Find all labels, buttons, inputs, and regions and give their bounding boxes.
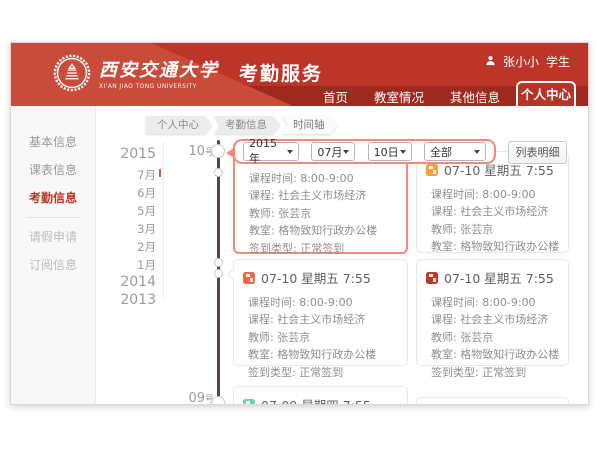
card-field-classroom: 教室: 格物致知行政办公楼 [431,238,568,255]
sidebar-item-attendance[interactable]: 考勤信息 [11,184,95,212]
sidebar: 基本信息 课表信息 考勤信息 请假申请 订阅信息 [11,106,96,404]
card-field-course: 课程: 社会主义市场经济 [431,203,568,220]
card-field-teacher: 教师: 张芸京 [249,205,406,222]
timeline-node[interactable] [214,168,223,177]
user-info[interactable]: 张小小 学生 [482,53,570,70]
timeline-scale-jan[interactable]: 1月 [96,257,156,273]
page-background: 西安交通大学 XI'AN JIAO TONG UNIVERSITY 考勤服务 张… [0,0,600,450]
breadcrumb-personal-center[interactable]: 个人中心 [146,116,212,134]
timeline-scale-may[interactable]: 5月 [96,203,156,219]
timeline-scale-mar[interactable]: 3月 [96,221,156,237]
app-title: 考勤服务 [239,59,323,86]
main-content: 个人中心 考勤信息 时间轴 2015 7月 6月 5月 3月 2月 1月 201… [96,106,588,404]
card-field-course-time: 课程时间: 8:00-9:00 [248,294,407,311]
card-field-course-time: 课程时间: 8:00-9:00 [249,170,406,187]
chevron-down-icon [474,150,480,154]
calendar-event-icon [243,399,255,406]
card-header: 07-09 星期四 7:55 [234,387,407,405]
year-select[interactable]: 2015年 [243,142,299,161]
breadcrumb: 个人中心 考勤信息 时间轴 [146,113,340,134]
card-header: 07-10 星期五 7:55 [417,260,568,290]
university-name: 西安交通大学 XI'AN JIAO TONG UNIVERSITY [99,61,219,90]
card-field-teacher: 教师: 张芸京 [431,329,568,346]
day-select[interactable]: 10日 [368,142,412,161]
timeline-scale-2013[interactable]: 2013 [96,292,156,308]
card-date: 07-10 星期五 7:55 [261,268,371,287]
user-icon [485,55,496,69]
card-field-classroom: 教室: 格物致知行政办公楼 [249,222,406,239]
card-field-course: 课程: 社会主义市场经济 [248,311,407,328]
card-header: 07-10 星期五 7:55 [234,260,407,290]
card-field-course: 课程: 社会主义市场经济 [431,311,568,328]
day-label-09[interactable]: 09号 [180,391,214,405]
timeline-node[interactable] [211,144,225,158]
list-detail-button[interactable]: 列表明细 [508,141,567,164]
app-body: 基本信息 课表信息 考勤信息 请假申请 订阅信息 个人中心 考勤信息 时间轴 2… [11,106,588,404]
type-select[interactable]: 全部 [424,142,486,161]
sidebar-divider [26,217,80,218]
university-name-en: XI'AN JIAO TONG UNIVERSITY [99,83,219,90]
card-field-teacher: 教师: 张芸京 [248,329,407,346]
card-date: 07-10 星期五 7:55 [444,268,554,287]
card-field-signin-type: 签到类型: 正常签到 [248,364,407,381]
card-field-signin-type: 签到类型: 正常签到 [431,364,568,381]
current-month-marker [159,169,161,177]
card-field-signin-type: 签到类型: 正常签到 [249,240,406,257]
filter-bar: 2015年 07月 10日 全部 [233,139,496,164]
sidebar-item-subscription[interactable]: 订阅信息 [11,251,95,279]
calendar-event-icon [243,272,255,284]
card-field-teacher: 教师: 张芸京 [431,221,568,238]
attendance-card[interactable]: 07-10 星期五 7:55 课程时间: 8:00-9:00 课程: 社会主义市… [233,259,408,366]
attendance-card[interactable]: 07-10 星期五 7:55 课程时间: 8:00-9:00 课程: 社会主义市… [416,259,569,366]
chevron-down-icon [343,150,349,154]
attendance-app-window: 西安交通大学 XI'AN JIAO TONG UNIVERSITY 考勤服务 张… [10,42,589,405]
app-header: 西安交通大学 XI'AN JIAO TONG UNIVERSITY 考勤服务 张… [11,43,588,106]
timeline-node[interactable] [211,396,225,405]
timeline-scale-2014[interactable]: 2014 [96,274,156,290]
nav-item-home[interactable]: 首页 [323,87,348,106]
chevron-down-icon [400,150,406,154]
day-label-10[interactable]: 10号 [180,144,214,159]
breadcrumb-timeline[interactable]: 时间轴 [282,116,338,134]
filter-bar-pointer [226,148,234,158]
scale-divider [163,142,164,300]
main-nav: 首页 教室情况 其他信息 [323,86,500,106]
university-emblem-icon [53,54,91,96]
university-logo: 西安交通大学 XI'AN JIAO TONG UNIVERSITY [53,54,219,96]
timeline-node[interactable] [214,258,223,267]
user-role: 学生 [546,53,570,70]
nav-tab-personal-center[interactable]: 个人中心 [516,81,576,106]
nav-item-classrooms[interactable]: 教室情况 [374,87,424,106]
timeline-scale-jul[interactable]: 7月 [96,167,156,183]
sidebar-item-basic-info[interactable]: 基本信息 [11,128,95,156]
month-select[interactable]: 07月 [311,142,355,161]
user-name: 张小小 [503,53,539,70]
card-field-classroom: 教室: 格物致知行政办公楼 [248,346,407,363]
card-field-classroom: 教室: 格物致知行政办公楼 [431,346,568,363]
card-field-course-time: 课程时间: 8:00-9:00 [431,294,568,311]
timeline-scale-feb[interactable]: 2月 [96,239,156,255]
timeline-node[interactable] [214,269,223,278]
attendance-card[interactable]: 07-10 星期五 7:55 课程时间: 8:00-9:00 课程: 社会主义市… [416,151,569,253]
attendance-card[interactable] [416,397,569,405]
nav-item-other-info[interactable]: 其他信息 [450,87,500,106]
breadcrumb-attendance[interactable]: 考勤信息 [214,116,280,134]
calendar-event-icon [426,272,438,284]
timeline-scale-jun[interactable]: 6月 [96,185,156,201]
sidebar-item-leave-request[interactable]: 请假申请 [11,223,95,251]
university-name-cn: 西安交通大学 [99,61,219,81]
sidebar-item-timetable[interactable]: 课表信息 [11,156,95,184]
card-fields: 课程时间: 8:00-9:00 课程: 社会主义市场经济 教师: 张芸京 教室:… [234,290,407,381]
chevron-down-icon [287,150,293,154]
calendar-event-icon [426,164,438,176]
card-date: 07-09 星期四 7:55 [261,395,371,405]
card-field-course-time: 课程时间: 8:00-9:00 [431,186,568,203]
attendance-card[interactable]: 07-09 星期四 7:55 [233,386,408,405]
timeline-scale-2015[interactable]: 2015 [96,146,156,162]
card-field-course: 课程: 社会主义市场经济 [249,187,406,204]
card-fields: 课程时间: 8:00-9:00 课程: 社会主义市场经济 教师: 张芸京 教室:… [417,290,568,381]
